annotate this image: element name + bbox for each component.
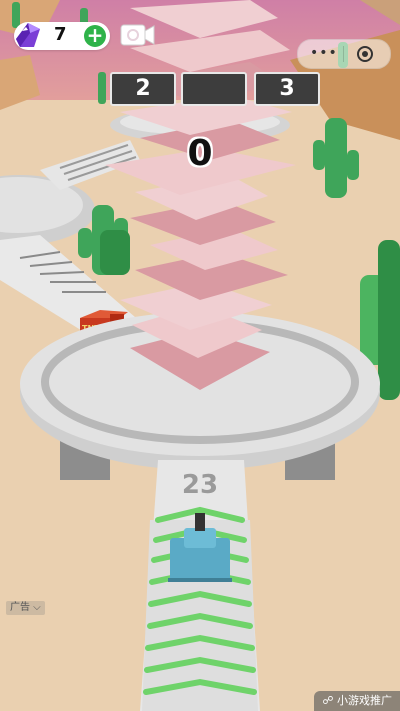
more-menu-icon[interactable]: ••• bbox=[310, 45, 338, 61]
gem-count: 7 bbox=[54, 24, 67, 45]
level-progress-bar bbox=[181, 72, 247, 106]
game-scene: TNT TNT bbox=[0, 0, 400, 711]
capsule-divider bbox=[343, 46, 344, 62]
mini-game-promo[interactable]: ☍ 小游戏推广 bbox=[314, 691, 400, 711]
close-target-icon[interactable] bbox=[356, 45, 374, 63]
ad-tag[interactable]: 广告 ⌵ bbox=[6, 601, 45, 615]
mini-program-capsule: ••• bbox=[297, 39, 391, 69]
gem-icon bbox=[16, 23, 40, 47]
gem-counter: 7 + bbox=[14, 22, 110, 50]
shots-remaining: 23 bbox=[181, 470, 219, 500]
add-gems-button[interactable]: + bbox=[84, 25, 106, 47]
level-current: 2 bbox=[110, 72, 176, 106]
video-camera-icon[interactable] bbox=[120, 22, 156, 48]
score: 0 bbox=[187, 133, 213, 174]
level-next: 3 bbox=[254, 72, 320, 106]
